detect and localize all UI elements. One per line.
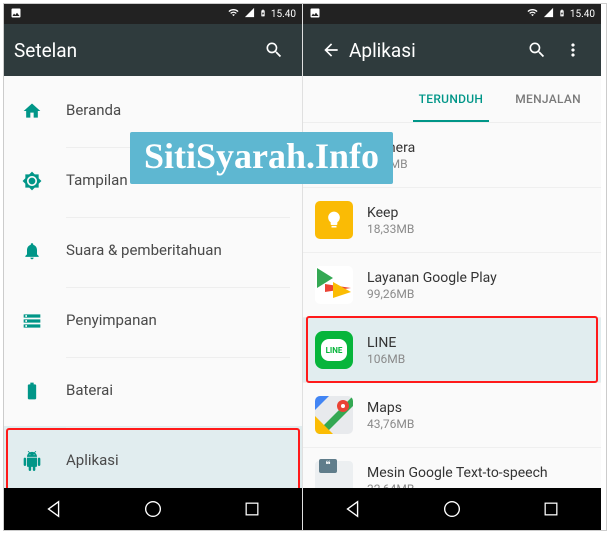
line-icon: LINE	[315, 331, 353, 369]
app-bar-title: Aplikasi	[349, 39, 416, 62]
app-item-maps[interactable]: Maps 43,76MB	[303, 383, 601, 448]
signal-icon	[543, 7, 554, 21]
app-name: Layanan Google Play	[367, 270, 497, 286]
brightness-icon	[22, 171, 66, 191]
tabs: TERUNDUH MENJALAN	[303, 76, 601, 123]
nav-bar	[303, 488, 601, 530]
app-bar-title: Setelan	[14, 39, 77, 62]
tab-downloda[interactable]: TERUNDUH	[403, 76, 500, 122]
app-name: Mesin Google Text-to-speech	[367, 465, 548, 481]
status-bar: 15.40	[4, 4, 302, 24]
settings-item-label: Baterai	[66, 355, 290, 428]
android-icon	[22, 451, 66, 471]
search-button[interactable]	[519, 32, 555, 68]
signal-icon	[244, 7, 255, 21]
watermark-text: SitiSyarah.Info	[130, 132, 393, 184]
app-bar: Setelan	[4, 24, 302, 76]
app-item-line[interactable]: LINE LINE 106MB	[303, 318, 601, 383]
bell-icon	[22, 241, 66, 261]
app-size: 99,26MB	[367, 287, 497, 301]
keep-icon	[315, 201, 353, 239]
wifi-icon	[227, 7, 240, 21]
nav-home-button[interactable]	[123, 488, 183, 530]
settings-item-penyimpanan[interactable]: Penyimpanan	[4, 286, 302, 356]
settings-screen: 15.40 Setelan Beranda Tampilan	[4, 4, 303, 530]
app-bar: Aplikasi	[303, 24, 601, 76]
settings-item-baterai[interactable]: Baterai	[4, 356, 302, 426]
app-item-play-services[interactable]: Layanan Google Play 99,26MB	[303, 253, 601, 318]
settings-item-label: Penyimpanan	[66, 285, 290, 358]
search-button[interactable]	[256, 32, 292, 68]
more-button[interactable]	[555, 32, 591, 68]
app-size: 32,64MB	[367, 482, 548, 489]
app-item-tts[interactable]: Mesin Google Text-to-speech 32,64MB	[303, 448, 601, 488]
app-size: 106MB	[367, 352, 405, 366]
app-name: Keep	[367, 205, 414, 221]
settings-item-label: Suara & pemberitahuan	[66, 215, 290, 288]
app-size: 43,76MB	[367, 417, 414, 431]
settings-item-label: Aplikasi	[66, 425, 290, 489]
app-size: 18,33MB	[367, 222, 414, 236]
nav-recent-button[interactable]	[222, 488, 282, 530]
app-item-keep[interactable]: Keep 18,33MB	[303, 188, 601, 253]
app-name: LINE	[367, 335, 405, 351]
image-icon	[309, 7, 321, 21]
storage-icon	[22, 311, 66, 331]
clock-text: 15.40	[570, 9, 595, 20]
maps-icon	[315, 396, 353, 434]
settings-item-suara[interactable]: Suara & pemberitahuan	[4, 216, 302, 286]
nav-back-button[interactable]	[323, 488, 383, 530]
settings-item-aplikasi[interactable]: Aplikasi	[4, 426, 302, 488]
nav-recent-button[interactable]	[521, 488, 581, 530]
battery-icon	[259, 7, 267, 22]
nav-home-button[interactable]	[422, 488, 482, 530]
home-icon	[22, 101, 66, 121]
clock-text: 15.40	[271, 9, 296, 20]
nav-back-button[interactable]	[24, 488, 84, 530]
tab-running[interactable]: MENJALAN	[499, 76, 597, 122]
battery-icon	[22, 381, 66, 401]
nav-bar	[4, 488, 302, 530]
tts-icon	[315, 461, 353, 488]
image-icon	[10, 7, 22, 21]
play-services-icon	[315, 266, 353, 304]
back-button[interactable]	[313, 32, 349, 68]
apps-screen: 15.40 Aplikasi TERUNDUH MENJALAN	[303, 4, 601, 530]
status-bar: 15.40	[303, 4, 601, 24]
app-name: Maps	[367, 400, 414, 416]
battery-icon	[558, 7, 566, 22]
wifi-icon	[526, 7, 539, 21]
